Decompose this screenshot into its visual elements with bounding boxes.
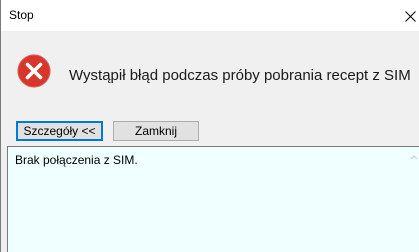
details-text: Brak połączenia z SIM. [15, 153, 138, 167]
close-icon [405, 11, 416, 22]
message-area: Wystąpił błąd podczas próby pobrania rec… [1, 31, 419, 114]
close-button[interactable]: Zamknij [113, 121, 199, 141]
window-title: Stop [9, 8, 34, 22]
error-message: Wystąpił błąd podczas próby pobrania rec… [69, 67, 411, 84]
close-window-button[interactable] [398, 0, 419, 31]
error-icon [17, 54, 51, 88]
error-dialog-window: Stop Wystąpił błąd podczas próby pobrani… [0, 0, 419, 252]
scroll-up-arrow-icon[interactable] [408, 151, 419, 163]
details-toggle-button[interactable]: Szczegóły << [16, 121, 103, 141]
title-bar: Stop [1, 0, 419, 31]
details-textbox[interactable]: Brak połączenia z SIM. [7, 146, 419, 252]
